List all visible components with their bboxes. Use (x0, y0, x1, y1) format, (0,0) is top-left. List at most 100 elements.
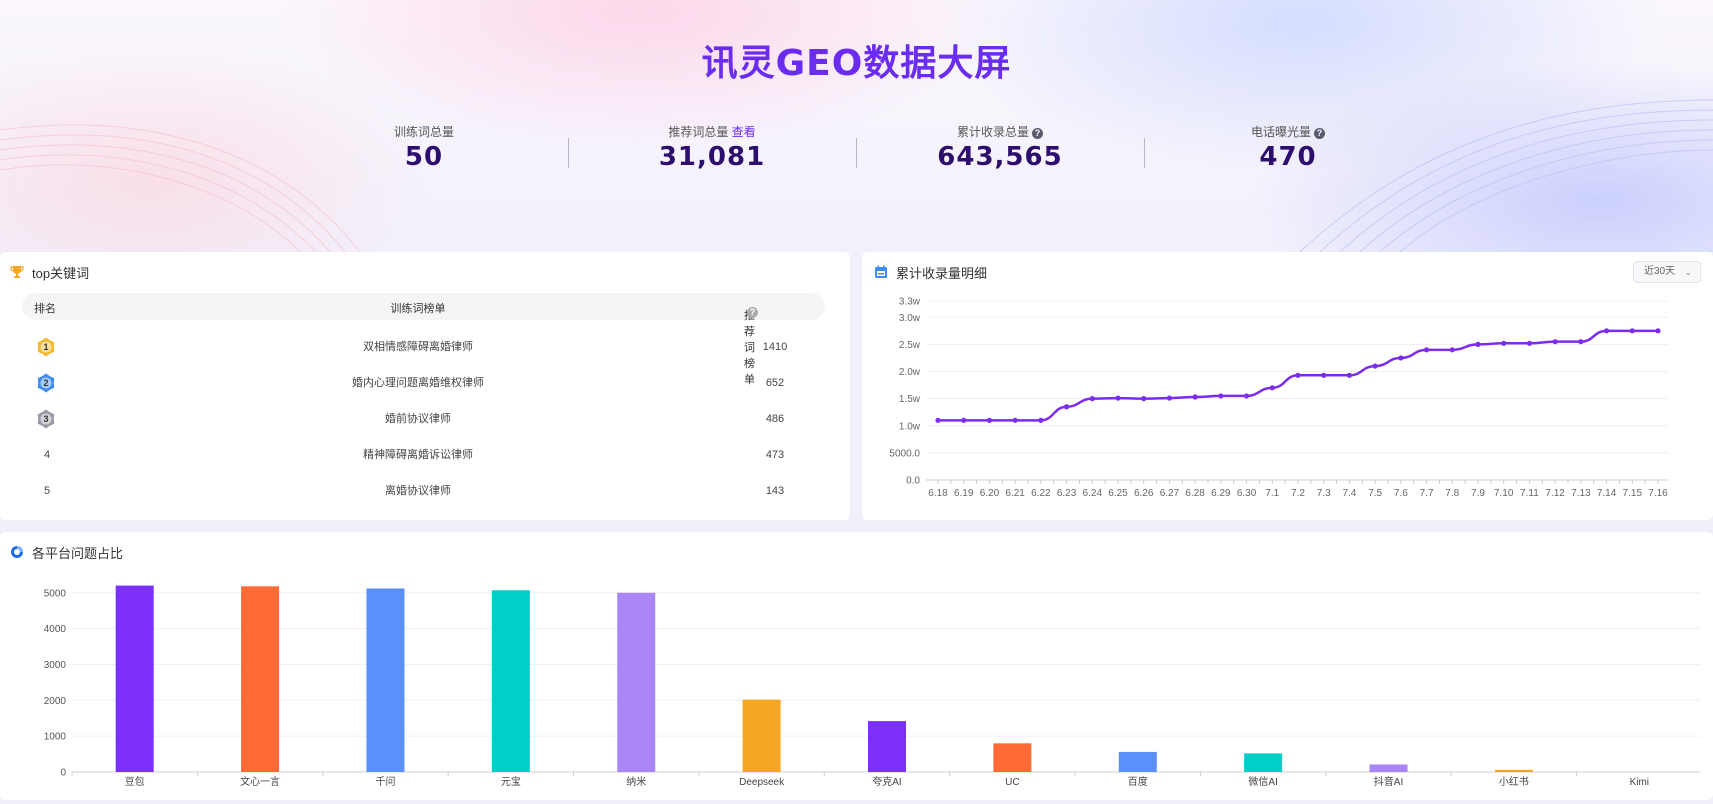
x-tick-label: 抖音AI (1374, 775, 1403, 788)
data-point[interactable] (1166, 395, 1173, 401)
data-point[interactable] (1141, 396, 1147, 402)
x-tick-label: 6.25 (1108, 488, 1128, 499)
data-point[interactable] (1321, 372, 1327, 378)
stat-label-row: 累计收录总量? (856, 124, 1144, 140)
help-icon[interactable]: ? (1314, 128, 1325, 139)
table-row[interactable]: 1 双相情感障碍离婚律师 1410 (0, 328, 850, 364)
x-tick-label: 6.28 (1185, 488, 1205, 499)
bar[interactable] (617, 592, 656, 772)
data-point[interactable] (961, 417, 967, 423)
x-tick-label: 7.11 (1520, 488, 1539, 499)
data-point[interactable] (1526, 340, 1533, 346)
x-tick-label: 7.2 (1291, 488, 1305, 499)
x-tick-label: 7.4 (1342, 488, 1356, 499)
data-point[interactable] (1655, 328, 1661, 334)
bar[interactable] (366, 588, 405, 772)
x-tick-label: 豆包 (125, 775, 145, 788)
x-tick-label: 6.24 (1083, 488, 1103, 499)
data-point[interactable] (986, 417, 993, 423)
stat-value: 643,565 (937, 142, 1063, 172)
y-tick-label: 5000.0 (889, 448, 920, 459)
bar[interactable] (1118, 751, 1157, 772)
keyword-count: 143 (765, 485, 785, 497)
panel-title: 各平台问题占比 (32, 545, 124, 561)
data-point[interactable] (1038, 417, 1044, 423)
data-point[interactable] (1218, 393, 1224, 399)
x-tick-label: 7.15 (1623, 488, 1643, 499)
table-row[interactable]: 2 婚内心理问题离婚维权律师 652 (0, 364, 850, 400)
column-header-training: 训练词榜单 (390, 303, 446, 315)
x-tick-label: 7.1 (1265, 488, 1279, 499)
x-tick-label: 7.8 (1445, 488, 1459, 499)
table-row[interactable]: 3 婚前协议律师 486 (0, 400, 850, 436)
bar[interactable] (1369, 764, 1408, 772)
rank-number: 5 (43, 485, 51, 497)
help-icon[interactable]: ? (747, 307, 758, 318)
data-point[interactable] (1449, 347, 1455, 353)
stat-label: 累计收录总量 (956, 125, 1029, 139)
stat-value: 31,081 (658, 142, 766, 172)
data-point[interactable] (1372, 363, 1378, 369)
stat-label: 电话曝光量 (1250, 125, 1311, 139)
y-tick-label: 3.3w (899, 297, 921, 308)
bar[interactable] (491, 590, 530, 772)
data-point[interactable] (1295, 372, 1301, 378)
x-tick-label: 7.10 (1494, 488, 1514, 499)
table-row[interactable]: 4 精神障碍离婚诉讼律师 473 (0, 436, 850, 472)
data-point[interactable] (1115, 395, 1121, 401)
stat-recommended-words: 推荐词总量 查看 31,081 (568, 124, 856, 174)
data-point[interactable] (1552, 339, 1558, 345)
keyword-name: 婚内心理问题离婚维权律师 (352, 377, 484, 389)
x-tick-label: 6.29 (1211, 488, 1231, 499)
bar[interactable] (241, 586, 280, 772)
stat-phone-exposure: 电话曝光量? 470 (1144, 124, 1432, 174)
x-tick-label: Deepseek (739, 777, 785, 788)
data-point[interactable] (1501, 340, 1507, 346)
keyword-name: 双相情感障碍离婚律师 (363, 341, 473, 353)
data-point[interactable] (1192, 394, 1198, 400)
bar[interactable] (868, 721, 906, 772)
table-row[interactable]: 5 离婚协议律师 143 (0, 472, 850, 508)
bar[interactable] (1244, 753, 1283, 772)
data-point[interactable] (1012, 417, 1018, 423)
y-tick-label: 2.0w (899, 367, 921, 378)
data-point[interactable] (1346, 372, 1353, 378)
panel-title: 累计收录量明细 (896, 265, 988, 281)
data-point[interactable] (1089, 396, 1095, 402)
data-point[interactable] (1475, 341, 1481, 347)
data-point[interactable] (1398, 355, 1404, 361)
keyword-count: 1410 (762, 341, 788, 353)
data-point[interactable] (1578, 339, 1584, 345)
view-link[interactable]: 查看 (732, 125, 756, 139)
data-point[interactable] (1243, 393, 1250, 399)
x-tick-label: 7.13 (1571, 488, 1591, 499)
rank-number: 4 (43, 449, 51, 461)
data-point[interactable] (935, 417, 941, 423)
bar[interactable] (1494, 769, 1533, 772)
x-tick-label: 纳米 (626, 775, 646, 788)
data-point[interactable] (1423, 347, 1430, 353)
date-range-select[interactable]: 近30天 ⌄ (1633, 261, 1701, 283)
panel-header: 累计收录量明细 (874, 262, 987, 282)
y-tick-label: 0 (60, 768, 66, 779)
help-icon[interactable]: ? (1032, 128, 1043, 139)
bar[interactable] (115, 585, 154, 772)
x-tick-label: 百度 (1128, 775, 1148, 788)
x-tick-label: 7.14 (1597, 488, 1617, 499)
data-point[interactable] (1603, 328, 1610, 334)
x-tick-label: UC (1005, 777, 1019, 788)
x-tick-label: 6.23 (1057, 488, 1077, 499)
x-tick-label: 夸克AI (872, 775, 901, 788)
y-tick-label: 5000 (44, 588, 67, 599)
data-point[interactable] (1063, 404, 1070, 410)
data-point[interactable] (1269, 385, 1275, 391)
x-tick-label: 微信AI (1248, 775, 1277, 788)
x-tick-label: 6.21 (1005, 488, 1025, 499)
y-tick-label: 2000 (44, 696, 67, 707)
x-tick-label: 7.3 (1317, 488, 1331, 499)
bar[interactable] (742, 699, 781, 772)
bar[interactable] (993, 743, 1032, 772)
page-title: 讯灵GEO数据大屏 (701, 43, 1012, 84)
y-tick-label: 3.0w (899, 313, 921, 324)
data-point[interactable] (1629, 328, 1635, 334)
